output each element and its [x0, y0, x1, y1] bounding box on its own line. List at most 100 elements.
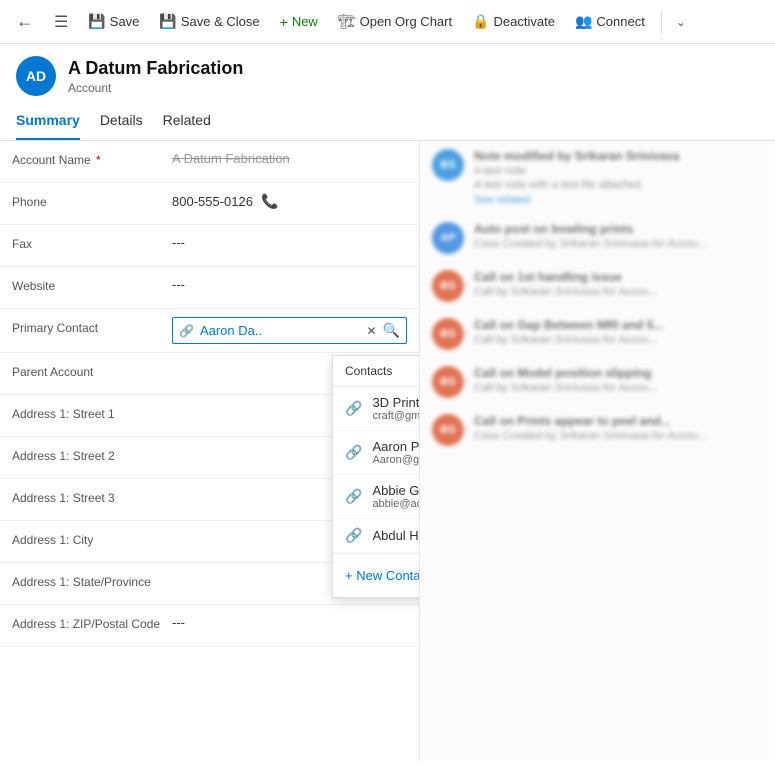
contact-icon-0: 🔗 — [345, 400, 362, 417]
record-header: AD A Datum Fabrication Account — [0, 44, 775, 96]
contact-item-1[interactable]: 🔗 Aaron Pick Aaron@gmail.com ⌄ — [333, 431, 420, 475]
activity-content-3: Call on Gap Between MRI and 5... Call by… — [474, 318, 763, 350]
record-subtitle: Account — [68, 81, 243, 95]
lookup-record-icon: 🔗 — [179, 324, 194, 338]
activity-item-0: BS Note modified by Srikaran Srinivasa A… — [432, 149, 763, 206]
value-fax: --- — [172, 233, 407, 250]
new-contact-button[interactable]: + New Contact — [345, 568, 420, 583]
new-icon: + — [280, 14, 288, 30]
value-website: --- — [172, 275, 407, 292]
value-account-name: A Datum Fabrication — [172, 149, 407, 166]
contact-name-1: Aaron Pick — [372, 439, 420, 454]
activity-desc-2: Call by Srikaran Srinivasa for Accou... — [474, 286, 763, 298]
contact-item-0[interactable]: 🔗 3D Printer tools R1 craft@gmail.com ⌄ — [333, 387, 420, 431]
dropdown-footer: + New Contact Advanced lookup — [333, 553, 420, 597]
activity-desc-3: Call by Srikaran Srinivasa for Accou... — [474, 334, 763, 346]
activity-title-1: Auto post on bowling prints — [474, 222, 763, 236]
field-phone: Phone 800-555-0126 📞 — [0, 183, 419, 225]
activity-content-1: Auto post on bowling prints Case Created… — [474, 222, 763, 254]
lookup-selected-value: Aaron Da.. — [200, 323, 361, 338]
label-website: Website — [12, 275, 172, 293]
lookup-clear-button[interactable]: ✕ — [367, 324, 377, 338]
activity-avatar-0: BS — [432, 149, 464, 181]
label-fax: Fax — [12, 233, 172, 251]
activity-item-1: AP Auto post on bowling prints Case Crea… — [432, 222, 763, 254]
activity-link-0[interactable]: See related — [474, 194, 530, 206]
activity-content-5: Call on Prints appear to peel and... Cas… — [474, 414, 763, 446]
label-account-name: Account Name * — [12, 149, 172, 167]
activity-item-2: BS Call on 1st handling issue Call by Sr… — [432, 270, 763, 302]
connect-icon: 👥 — [575, 13, 592, 30]
contact-email-0: craft@gmail.com — [372, 410, 420, 422]
label-address-city: Address 1: City — [12, 529, 172, 547]
tab-details[interactable]: Details — [100, 104, 143, 140]
contact-email-2: abbie@adatumcorporation.com — [372, 498, 420, 510]
activity-item-3: BS Call on Gap Between MRI and 5... Call… — [432, 318, 763, 350]
label-address-street-2: Address 1: Street 2 — [12, 445, 172, 463]
new-button[interactable]: + New — [272, 10, 326, 34]
pages-button[interactable]: ☰ — [46, 8, 76, 36]
dropdown-contacts-label: Contacts — [345, 364, 392, 378]
main-content: Account Name * A Datum Fabrication Phone… — [0, 141, 775, 761]
back-button[interactable]: ← — [8, 7, 42, 36]
activity-desc-0: A test note — [474, 165, 763, 177]
activity-subdesc-0: A test note with a test file attached — [474, 179, 763, 191]
save-close-button[interactable]: 💾 Save & Close — [151, 9, 267, 34]
field-address-zip: Address 1: ZIP/Postal Code --- — [0, 605, 419, 647]
activity-item-4: BS Call on Model position slipping Call … — [432, 366, 763, 398]
label-primary-contact: Primary Contact — [12, 317, 172, 335]
activity-title-2: Call on 1st handling issue — [474, 270, 763, 284]
activity-avatar-1: AP — [432, 222, 464, 254]
connect-button[interactable]: 👥 Connect — [567, 9, 653, 34]
open-org-chart-button[interactable]: 🏗 Open Org Chart — [330, 9, 460, 34]
record-title: A Datum Fabrication — [68, 58, 243, 79]
field-fax: Fax --- — [0, 225, 419, 267]
deactivate-icon: 🔒 — [472, 13, 489, 30]
activity-avatar-3: BS — [432, 318, 464, 350]
value-phone: 800-555-0126 📞 — [172, 191, 407, 210]
deactivate-button[interactable]: 🔒 Deactivate — [464, 9, 563, 34]
label-parent-account: Parent Account — [12, 361, 172, 379]
activity-title-0: Note modified by Srikaran Srinivasa — [474, 149, 763, 163]
save-button[interactable]: 💾 Save — [80, 9, 147, 34]
activity-content-2: Call on 1st handling issue Call by Srika… — [474, 270, 763, 302]
contact-info-3: Abdul Hussain — [372, 528, 420, 543]
label-address-street-3: Address 1: Street 3 — [12, 487, 172, 505]
contact-name-2: Abbie Gardiner — [372, 483, 420, 498]
label-address-street-1: Address 1: Street 1 — [12, 403, 172, 421]
lookup-primary-contact[interactable]: 🔗 Aaron Da.. ✕ 🔍 — [172, 317, 407, 344]
toolbar-divider — [661, 10, 662, 34]
tab-related[interactable]: Related — [163, 104, 211, 140]
activity-avatar-2: BS — [432, 270, 464, 302]
activity-desc-5: Case Created by Srikaran Srinivasa for A… — [474, 430, 763, 442]
tabs: Summary Details Related — [0, 96, 775, 141]
activity-content-4: Call on Model position slipping Call by … — [474, 366, 763, 398]
lookup-dropdown: Contacts Recent records 🔗 3D Printer too… — [332, 355, 420, 598]
activity-avatar-5: BS — [432, 414, 464, 446]
phone-icon[interactable]: 📞 — [261, 193, 278, 210]
contact-item-2[interactable]: 🔗 Abbie Gardiner abbie@adatumcorporation… — [333, 475, 420, 519]
activity-title-4: Call on Model position slipping — [474, 366, 763, 380]
activity-panel: BS Note modified by Srikaran Srinivasa A… — [420, 141, 775, 761]
org-chart-icon: 🏗 — [338, 13, 356, 30]
dropdown-scroll[interactable]: 🔗 3D Printer tools R1 craft@gmail.com ⌄ … — [333, 387, 420, 553]
field-primary-contact: Primary Contact 🔗 Aaron Da.. ✕ 🔍 Contact… — [0, 309, 419, 353]
contact-email-1: Aaron@gmail.com — [372, 454, 420, 466]
avatar: AD — [16, 56, 56, 96]
required-indicator: * — [96, 153, 101, 167]
dropdown-header: Contacts Recent records — [333, 356, 420, 387]
field-account-name: Account Name * A Datum Fabrication — [0, 141, 419, 183]
contact-icon-3: 🔗 — [345, 527, 362, 544]
tab-summary[interactable]: Summary — [16, 104, 80, 140]
toolbar: ← ☰ 💾 Save 💾 Save & Close + New 🏗 Open O… — [0, 0, 775, 44]
contact-info-0: 3D Printer tools R1 craft@gmail.com — [372, 395, 420, 422]
more-button[interactable]: ⌄ — [670, 11, 692, 33]
activity-title-5: Call on Prints appear to peel and... — [474, 414, 763, 428]
value-address-zip: --- — [172, 613, 407, 630]
activity-content-0: Note modified by Srikaran Srinivasa A te… — [474, 149, 763, 206]
contact-icon-1: 🔗 — [345, 444, 362, 461]
lookup-search-button[interactable]: 🔍 — [383, 322, 400, 339]
save-icon: 💾 — [88, 13, 105, 30]
contact-info-2: Abbie Gardiner abbie@adatumcorporation.c… — [372, 483, 420, 510]
contact-item-3[interactable]: 🔗 Abdul Hussain ⌄ — [333, 519, 420, 553]
